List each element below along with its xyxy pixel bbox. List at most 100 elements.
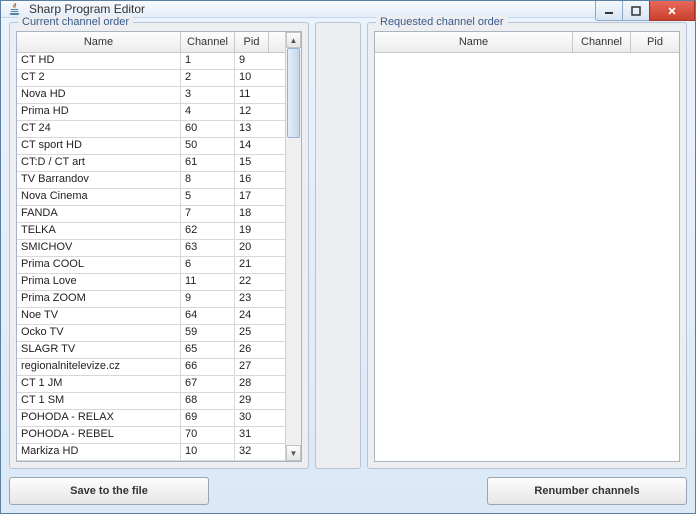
cell-channel: 10 [181,444,235,460]
window-title: Sharp Program Editor [29,2,145,16]
cell-pid: 25 [235,325,285,341]
cell-name: TELKA [17,223,181,239]
cell-pid: 31 [235,427,285,443]
cell-name: Markiza HD [17,444,181,460]
maximize-button[interactable] [622,1,650,21]
scroll-track[interactable] [286,48,301,445]
cell-name: regionalnitelevize.cz [17,359,181,375]
cell-channel: 8 [181,172,235,188]
table-row[interactable]: CT:D / CT art6115 [17,155,285,172]
cell-pid: 12 [235,104,285,120]
cell-name: Prima ZOOM [17,291,181,307]
cell-pid: 28 [235,376,285,392]
current-order-panel: Current channel order Name Channel Pid C… [9,22,309,469]
minimize-button[interactable] [595,1,623,21]
cell-pid: 24 [235,308,285,324]
header-name[interactable]: Name [17,32,181,52]
cell-name: SMICHOV [17,240,181,256]
cell-pid: 29 [235,393,285,409]
cell-channel: 5 [181,189,235,205]
button-row: Save to the file Renumber channels [9,475,687,505]
cell-pid: 20 [235,240,285,256]
cell-channel: 1 [181,53,235,69]
cell-name: CT:D / CT art [17,155,181,171]
cell-channel: 50 [181,138,235,154]
cell-name: CT 24 [17,121,181,137]
header-name[interactable]: Name [375,32,573,52]
table-row[interactable]: Prima HD412 [17,104,285,121]
cell-pid: 22 [235,274,285,290]
cell-name: TV Barrandov [17,172,181,188]
current-table-header: Name Channel Pid [17,32,285,53]
cell-channel: 66 [181,359,235,375]
requested-table-header: Name Channel Pid [375,32,679,53]
cell-name: SLAGR TV [17,342,181,358]
table-row[interactable]: TV Barrandov816 [17,172,285,189]
table-row[interactable]: Noe TV6424 [17,308,285,325]
cell-channel: 60 [181,121,235,137]
cell-pid: 16 [235,172,285,188]
table-row[interactable]: TELKA6219 [17,223,285,240]
cell-name: Prima COOL [17,257,181,273]
cell-channel: 7 [181,206,235,222]
close-button[interactable] [649,1,695,21]
table-row[interactable]: FANDA718 [17,206,285,223]
table-row[interactable]: Markiza HD1032 [17,444,285,461]
save-button[interactable]: Save to the file [9,477,209,505]
cell-name: CT 2 [17,70,181,86]
table-row[interactable]: Nova Cinema517 [17,189,285,206]
cell-pid: 23 [235,291,285,307]
table-row[interactable]: Nova HD311 [17,87,285,104]
panels-row: Current channel order Name Channel Pid C… [9,22,687,469]
java-icon [7,1,23,17]
table-row[interactable]: POHODA - RELAX6930 [17,410,285,427]
vertical-scrollbar[interactable]: ▲▼ [285,32,301,461]
cell-channel: 68 [181,393,235,409]
scroll-down-button[interactable]: ▼ [286,445,301,461]
scroll-thumb[interactable] [287,48,300,138]
table-row[interactable]: Ocko TV5925 [17,325,285,342]
header-channel[interactable]: Channel [573,32,631,52]
header-pid[interactable]: Pid [235,32,269,52]
table-row[interactable]: CT 1 JM6728 [17,376,285,393]
table-row[interactable]: Prima Love1122 [17,274,285,291]
cell-name: CT 1 JM [17,376,181,392]
renumber-button[interactable]: Renumber channels [487,477,687,505]
requested-order-panel: Requested channel order Name Channel Pid [367,22,687,469]
middle-panel [315,22,361,469]
header-channel[interactable]: Channel [181,32,235,52]
cell-channel: 70 [181,427,235,443]
table-row[interactable]: CT 1 SM6829 [17,393,285,410]
cell-channel: 67 [181,376,235,392]
cell-channel: 6 [181,257,235,273]
header-pid[interactable]: Pid [631,32,679,52]
cell-pid: 13 [235,121,285,137]
requested-table: Name Channel Pid [374,31,680,462]
table-row[interactable]: SMICHOV6320 [17,240,285,257]
cell-channel: 69 [181,410,235,426]
cell-pid: 15 [235,155,285,171]
current-table-body[interactable]: CT HD19CT 2210Nova HD311Prima HD412CT 24… [17,53,285,461]
table-row[interactable]: SLAGR TV6526 [17,342,285,359]
table-row[interactable]: regionalnitelevize.cz6627 [17,359,285,376]
cell-name: POHODA - REBEL [17,427,181,443]
cell-pid: 26 [235,342,285,358]
table-row[interactable]: CT 246013 [17,121,285,138]
cell-name: FANDA [17,206,181,222]
table-row[interactable]: CT HD19 [17,53,285,70]
table-row[interactable]: CT sport HD5014 [17,138,285,155]
cell-channel: 3 [181,87,235,103]
table-row[interactable]: Prima COOL621 [17,257,285,274]
cell-channel: 63 [181,240,235,256]
cell-name: CT sport HD [17,138,181,154]
scroll-up-button[interactable]: ▲ [286,32,301,48]
table-row[interactable]: POHODA - REBEL7031 [17,427,285,444]
table-row[interactable]: CT 2210 [17,70,285,87]
current-table: Name Channel Pid CT HD19CT 2210Nova HD31… [16,31,302,462]
table-row[interactable]: Prima ZOOM923 [17,291,285,308]
cell-pid: 27 [235,359,285,375]
cell-name: Nova Cinema [17,189,181,205]
requested-table-body[interactable] [375,53,679,461]
content-area: Current channel order Name Channel Pid C… [1,18,695,513]
app-window: Sharp Program Editor Current channel ord… [0,0,696,514]
